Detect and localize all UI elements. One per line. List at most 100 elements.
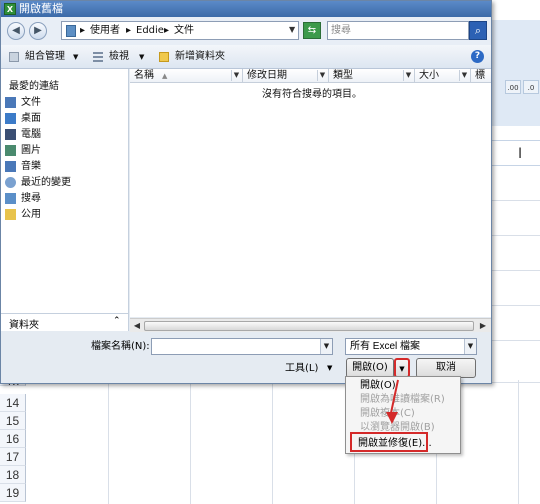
refresh-button[interactable]: ⇆ xyxy=(303,22,321,39)
documents-icon xyxy=(5,97,16,108)
file-type-select[interactable]: 所有 Excel 檔案 ▼ xyxy=(345,338,477,355)
sidebar-item-computer[interactable]: 電腦 xyxy=(5,127,125,143)
menu-item-open-read-only: 開啟為唯讀檔案(R) xyxy=(360,394,445,405)
forward-button[interactable]: ▶ xyxy=(29,22,47,40)
window-title: 開啟舊檔 xyxy=(19,2,63,15)
breadcrumb-users[interactable]: 使用者 xyxy=(90,24,120,38)
new-folder-button[interactable]: 新增資料夾 xyxy=(175,50,225,64)
row-header[interactable]: 16 xyxy=(0,430,26,448)
row-header[interactable]: 15 xyxy=(0,412,26,430)
file-type-value: 所有 Excel 檔案 xyxy=(350,341,421,352)
tools-button[interactable]: 工具(L) xyxy=(285,362,318,376)
open-dropdown-button[interactable]: ▼ xyxy=(394,358,410,378)
grid-line xyxy=(190,380,191,504)
empty-message: 沒有符合搜尋的項目。 xyxy=(262,89,362,100)
folders-toggle[interactable]: 資料夾 ⌃ xyxy=(1,313,129,331)
scroll-left-icon[interactable]: ◀ xyxy=(131,320,143,332)
column-header-tags[interactable]: 標 xyxy=(471,69,491,83)
open-button[interactable]: 開啟(O) xyxy=(346,358,394,378)
column-label: 類型 xyxy=(333,70,353,81)
sidebar-item-pictures[interactable]: 圖片 xyxy=(5,143,125,159)
open-options-menu: 開啟(O) 開啟為唯讀檔案(R) 開啟複本(C) 以瀏覽器開啟(B) 開啟並修復… xyxy=(345,376,461,454)
row-header[interactable]: 17 xyxy=(0,448,26,466)
column-header-size[interactable]: 大小 ▼ xyxy=(415,69,471,83)
excel-app-icon: X xyxy=(4,3,16,15)
chevron-down-icon[interactable]: ▼ xyxy=(464,339,476,354)
grid-line xyxy=(108,380,109,504)
folder-icon xyxy=(66,25,76,37)
sidebar-item-desktop[interactable]: 桌面 xyxy=(5,111,125,127)
column-label: 修改日期 xyxy=(247,70,287,81)
views-button[interactable]: 檢視 xyxy=(109,50,129,64)
sidebar-item-label: 搜尋 xyxy=(21,193,41,204)
navigation-pane: 最愛的連結 文件 桌面 電腦 圖片 音樂 最近的變更 搜尋 公用 xyxy=(1,69,129,313)
open-file-dialog: X 開啟舊檔 ◀ ▶ ▸ 使用者 ▸ Eddie ▸ 文件 ▼ ⇆ 搜尋 ⌕ 組… xyxy=(0,0,492,384)
chevron-down-icon[interactable]: ▼ xyxy=(139,50,144,64)
excel-formula-area[interactable] xyxy=(490,140,540,166)
filename-input[interactable]: ▼ xyxy=(151,338,333,355)
sidebar-item-public[interactable]: 公用 xyxy=(5,207,125,223)
grid-line xyxy=(272,380,273,504)
red-arrow-head xyxy=(386,412,398,424)
chevron-down-icon[interactable]: ▼ xyxy=(231,70,241,81)
sidebar-item-search[interactable]: 搜尋 xyxy=(5,191,125,207)
grid-line xyxy=(490,235,540,236)
folders-label: 資料夾 xyxy=(9,320,39,331)
row-header[interactable]: 14 xyxy=(0,394,26,412)
favorites-header: 最愛的連結 xyxy=(9,81,59,92)
sidebar-item-label: 音樂 xyxy=(21,161,41,172)
file-list: 名稱 ▲ ▼ 修改日期 ▼ 類型 ▼ 大小 ▼ 標 沒有符合搜尋的項目。 ◀ ▶ xyxy=(130,69,491,332)
sidebar-item-label: 電腦 xyxy=(21,129,41,140)
column-header-name[interactable]: 名稱 ▲ ▼ xyxy=(130,69,243,83)
breadcrumb-eddie[interactable]: Eddie xyxy=(136,24,164,38)
chevron-up-icon[interactable]: ⌃ xyxy=(113,316,121,326)
address-bar[interactable]: ▸ 使用者 ▸ Eddie ▸ 文件 xyxy=(61,21,299,40)
cancel-button[interactable]: 取消 xyxy=(416,358,476,378)
horizontal-scrollbar[interactable]: ◀ ▶ xyxy=(130,318,491,332)
public-folder-icon xyxy=(5,209,16,220)
chevron-down-icon[interactable]: ▼ xyxy=(459,70,469,81)
organize-icon xyxy=(9,52,19,62)
column-label: 大小 xyxy=(419,70,439,81)
row-header[interactable]: 19 xyxy=(0,484,26,502)
column-header-modified[interactable]: 修改日期 ▼ xyxy=(243,69,329,83)
back-button[interactable]: ◀ xyxy=(7,22,25,40)
column-header-type[interactable]: 類型 ▼ xyxy=(329,69,415,83)
search-icon[interactable]: ⌕ xyxy=(469,21,487,40)
chevron-down-icon[interactable]: ▼ xyxy=(320,339,332,354)
chevron-down-icon[interactable]: ▼ xyxy=(327,364,332,372)
breadcrumb-documents[interactable]: 文件 xyxy=(174,24,194,38)
sidebar-item-documents[interactable]: 文件 xyxy=(5,95,125,111)
decrease-decimal-button[interactable]: .0 xyxy=(523,80,539,94)
sidebar-item-label: 最近的變更 xyxy=(21,177,71,188)
sidebar-item-label: 文件 xyxy=(21,97,41,108)
views-icon xyxy=(93,52,103,62)
sidebar-item-music[interactable]: 音樂 xyxy=(5,159,125,175)
breadcrumb-separator: ▸ xyxy=(164,25,170,36)
navigation-bar: ◀ ▶ ▸ 使用者 ▸ Eddie ▸ 文件 ▼ ⇆ 搜尋 ⌕ xyxy=(1,17,491,45)
ibeam-cursor-icon: I xyxy=(518,146,523,162)
chevron-down-icon[interactable]: ▼ xyxy=(403,70,413,81)
highlight-box xyxy=(350,432,428,452)
search-input[interactable]: 搜尋 xyxy=(327,21,469,40)
chevron-down-icon[interactable]: ▼ xyxy=(317,70,327,81)
search-folder-icon xyxy=(5,193,16,204)
increase-decimal-button[interactable]: .00 xyxy=(505,80,521,94)
scroll-right-icon[interactable]: ▶ xyxy=(477,320,489,332)
music-icon xyxy=(5,161,16,172)
help-icon[interactable]: ? xyxy=(471,50,484,63)
breadcrumb-separator: ▸ xyxy=(126,25,132,36)
new-folder-icon xyxy=(159,52,169,62)
sidebar-item-recent-changes[interactable]: 最近的變更 xyxy=(5,175,125,191)
row-header[interactable]: 18 xyxy=(0,466,26,484)
chevron-down-icon[interactable]: ▼ xyxy=(73,50,78,64)
computer-icon xyxy=(5,129,16,140)
sort-ascending-icon: ▲ xyxy=(162,72,168,80)
organize-button[interactable]: 組合管理 xyxy=(25,50,65,64)
sidebar-item-label: 圖片 xyxy=(21,145,41,156)
menu-item-open[interactable]: 開啟(O) xyxy=(360,379,396,393)
column-label: 名稱 xyxy=(134,70,154,81)
title-bar[interactable]: X 開啟舊檔 xyxy=(1,1,491,17)
scrollbar-thumb[interactable] xyxy=(144,321,474,331)
chevron-down-icon[interactable]: ▼ xyxy=(289,25,295,34)
